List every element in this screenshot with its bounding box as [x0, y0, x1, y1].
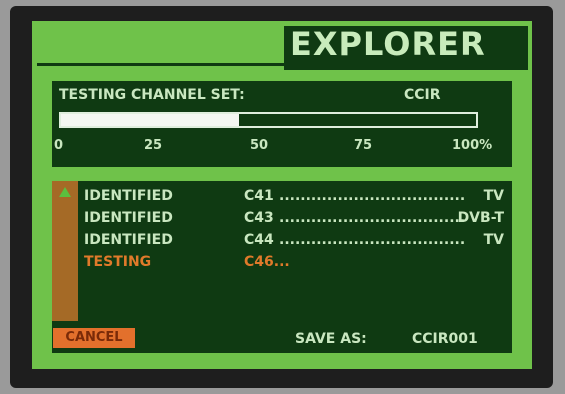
result-row: IDENTIFIED C41 .........................…: [84, 187, 504, 205]
testing-channel-set-label: TESTING CHANNEL SET:: [59, 87, 245, 103]
row-channel: C44: [244, 232, 274, 248]
row-channel: C43: [244, 210, 274, 226]
save-as-value: CCIR001: [412, 331, 478, 347]
scroll-up-arrow-icon[interactable]: [59, 187, 71, 197]
scale-label-75: 75: [354, 138, 373, 153]
row-status: IDENTIFIED: [84, 188, 173, 204]
scale-label-100: 100%: [452, 138, 493, 153]
progress-fill: [61, 114, 240, 126]
scale-label-25: 25: [144, 138, 163, 153]
row-status: IDENTIFIED: [84, 210, 173, 226]
testing-panel: TESTING CHANNEL SET: CCIR 0 25 50 75 100…: [52, 81, 512, 167]
row-status: TESTING: [84, 254, 152, 270]
cancel-button[interactable]: CANCEL: [53, 328, 135, 348]
progress-bar: [59, 112, 478, 128]
save-as-label: SAVE AS:: [295, 331, 367, 347]
screen-title: EXPLORER: [290, 25, 486, 63]
scrollbar[interactable]: [52, 181, 78, 321]
result-row: IDENTIFIED C43 .........................…: [84, 209, 504, 227]
results-panel: IDENTIFIED C41 .........................…: [52, 181, 512, 353]
row-leader-dots: ........................................…: [279, 210, 464, 226]
result-row-testing: TESTING C46...: [84, 253, 504, 271]
row-type: TV: [483, 232, 504, 248]
row-type: DVB-T: [457, 210, 504, 226]
result-row: IDENTIFIED C44 .........................…: [84, 231, 504, 249]
scale-label-50: 50: [250, 138, 269, 153]
title-rule: [37, 63, 294, 66]
row-leader-dots: ........................................…: [279, 188, 464, 204]
row-type: TV: [483, 188, 504, 204]
row-channel: C46...: [244, 254, 290, 270]
channel-set-value: CCIR: [404, 87, 441, 103]
row-status: IDENTIFIED: [84, 232, 173, 248]
row-channel: C41: [244, 188, 274, 204]
row-leader-dots: ........................................…: [279, 232, 464, 248]
explorer-screen: EXPLORER TESTING CHANNEL SET: CCIR 0 25 …: [32, 21, 532, 369]
scale-label-0: 0: [54, 138, 64, 153]
